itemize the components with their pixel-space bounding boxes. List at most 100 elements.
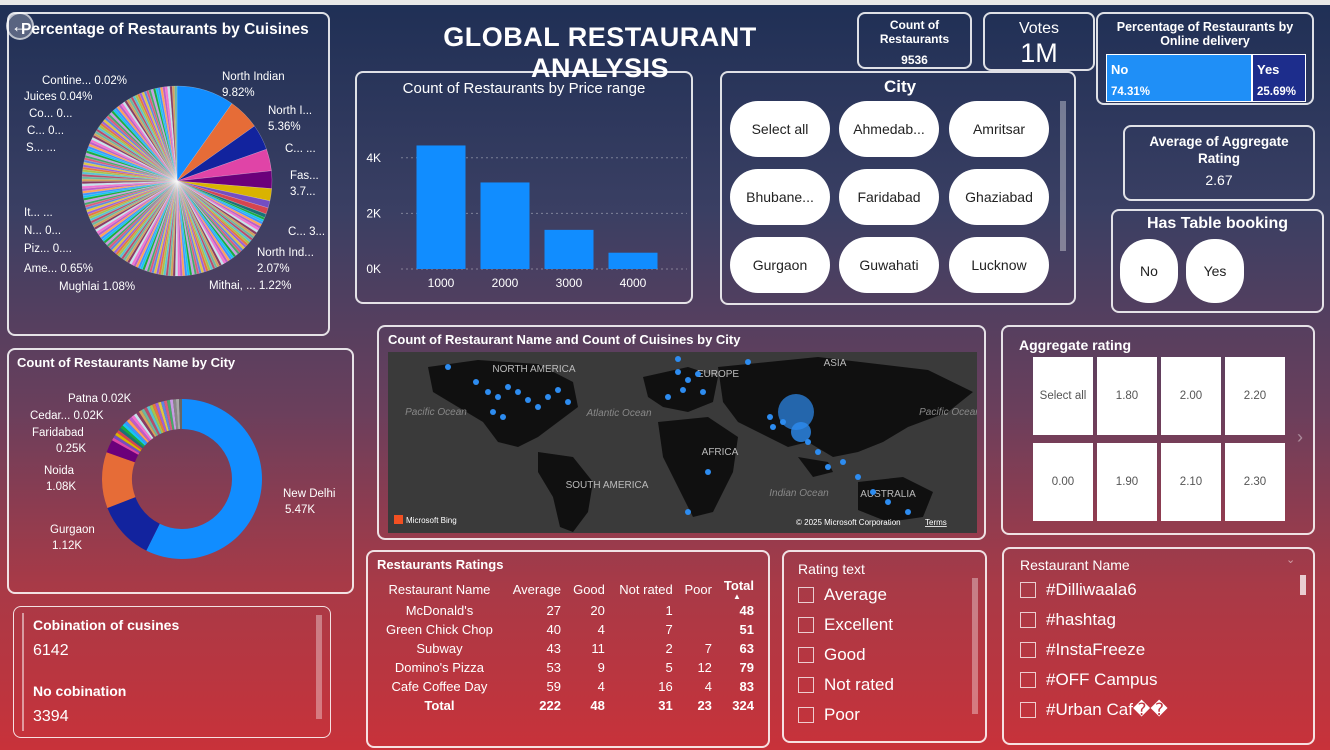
- map-bubble[interactable]: [885, 499, 891, 505]
- online-yes-bar[interactable]: Yes 25.69%: [1252, 54, 1306, 102]
- table-cell: Domino's Pizza: [394, 660, 485, 675]
- restaurant-name-scrollbar[interactable]: [1300, 575, 1306, 595]
- map-bubble[interactable]: [565, 399, 571, 405]
- city-option[interactable]: Ghaziabad: [949, 169, 1049, 225]
- map-bubble[interactable]: [485, 389, 491, 395]
- restaurant-name-option[interactable]: #Dilliwaala6: [1020, 580, 1137, 600]
- map-bubble[interactable]: [855, 474, 861, 480]
- table-booking-no[interactable]: No: [1120, 239, 1178, 303]
- checkbox[interactable]: [798, 677, 814, 693]
- table-booking-yes[interactable]: Yes: [1186, 239, 1244, 303]
- map-bubble[interactable]: [840, 459, 846, 465]
- aggregate-rating-option[interactable]: 1.80: [1097, 357, 1157, 435]
- checkbox[interactable]: [798, 587, 814, 603]
- checkbox[interactable]: [1020, 612, 1036, 628]
- combination-label: Cobination of cusines: [33, 617, 180, 633]
- rating-text-option[interactable]: Not rated: [798, 675, 894, 695]
- map-bubble[interactable]: [815, 449, 821, 455]
- col-not-rated[interactable]: Not rated: [609, 578, 677, 601]
- city-option[interactable]: Bhubane...: [730, 169, 830, 225]
- map-bubble[interactable]: [445, 364, 451, 370]
- combination-divider: [22, 613, 24, 731]
- aggregate-rating-option[interactable]: 0.00: [1033, 443, 1093, 521]
- rating-text-option[interactable]: Average: [798, 585, 887, 605]
- pie-label: N... 0...: [24, 225, 61, 237]
- map-bubble[interactable]: [695, 371, 701, 377]
- checkbox[interactable]: [1020, 582, 1036, 598]
- col-restaurant-name[interactable]: Restaurant Name: [376, 578, 503, 601]
- map-terms-link[interactable]: Terms: [925, 518, 947, 527]
- map-bubble[interactable]: [675, 356, 681, 362]
- checkbox[interactable]: [1020, 642, 1036, 658]
- map-bubble[interactable]: [745, 359, 751, 365]
- map-bubble[interactable]: [870, 489, 876, 495]
- map-bubble[interactable]: [505, 384, 511, 390]
- pie-label: Juices 0.04%: [24, 91, 92, 103]
- col-average[interactable]: Average: [503, 578, 565, 601]
- online-no-bar[interactable]: No 74.31%: [1106, 54, 1252, 102]
- city-option[interactable]: Select all: [730, 101, 830, 157]
- aggregate-rating-option[interactable]: 2.10: [1161, 443, 1221, 521]
- map-bubble[interactable]: [535, 404, 541, 410]
- map-bubble[interactable]: [905, 509, 911, 515]
- rating-text-option[interactable]: Excellent: [798, 615, 893, 635]
- city-option[interactable]: Lucknow: [949, 237, 1049, 293]
- restaurant-name-option[interactable]: #InstaFreeze: [1020, 640, 1145, 660]
- checkbox[interactable]: [798, 647, 814, 663]
- map-bubble[interactable]: [791, 422, 811, 442]
- price-bar[interactable]: [544, 229, 594, 269]
- map-bubble[interactable]: [705, 469, 711, 475]
- price-bar[interactable]: [416, 145, 466, 269]
- table-cell: 40: [546, 622, 561, 637]
- map-bubble[interactable]: [495, 394, 501, 400]
- map-bubble[interactable]: [685, 377, 691, 383]
- map-bubble[interactable]: [680, 387, 686, 393]
- city-option[interactable]: Amritsar: [949, 101, 1049, 157]
- checkbox[interactable]: [798, 617, 814, 633]
- city-slicer-scrollbar[interactable]: [1060, 101, 1066, 251]
- rating-text-option[interactable]: Poor: [798, 705, 860, 725]
- map-bubble[interactable]: [500, 414, 506, 420]
- city-option[interactable]: Guwahati: [839, 237, 939, 293]
- map-bubble[interactable]: [545, 394, 551, 400]
- map-bubble[interactable]: [685, 509, 691, 515]
- map-bubble[interactable]: [675, 369, 681, 375]
- chevron-down-icon[interactable]: ⌄: [1286, 553, 1295, 566]
- aggregate-rating-option[interactable]: 2.00: [1161, 357, 1221, 435]
- map-bubble[interactable]: [525, 397, 531, 403]
- map-bubble[interactable]: [767, 414, 773, 420]
- chevron-right-icon[interactable]: ›: [1297, 427, 1303, 448]
- checkbox[interactable]: [1020, 702, 1036, 718]
- map-bubble[interactable]: [555, 387, 561, 393]
- aggregate-rating-option[interactable]: 2.20: [1225, 357, 1285, 435]
- city-option[interactable]: Gurgaon: [730, 237, 830, 293]
- price-bar[interactable]: [480, 182, 530, 269]
- world-map[interactable]: NORTH AMERICA EUROPE ASIA AFRICA SOUTH AMERI…: [388, 352, 977, 533]
- col-poor[interactable]: Poor: [677, 578, 716, 601]
- city-option[interactable]: Faridabad: [839, 169, 939, 225]
- col-good[interactable]: Good: [565, 578, 609, 601]
- col-total[interactable]: Total ▲: [716, 578, 758, 601]
- aggregate-rating-option[interactable]: 1.90: [1097, 443, 1157, 521]
- restaurant-name-option[interactable]: #OFF Campus: [1020, 670, 1157, 690]
- map-bubble[interactable]: [770, 424, 776, 430]
- checkbox[interactable]: [798, 707, 814, 723]
- combination-scrollbar[interactable]: [316, 615, 322, 719]
- restaurant-name-option[interactable]: #hashtag: [1020, 610, 1116, 630]
- checkbox[interactable]: [1020, 672, 1036, 688]
- map-bubble[interactable]: [473, 379, 479, 385]
- map-bubble[interactable]: [665, 394, 671, 400]
- rating-text-option[interactable]: Good: [798, 645, 866, 665]
- aggregate-rating-option[interactable]: 2.30: [1225, 443, 1285, 521]
- option-label: Poor: [824, 705, 860, 724]
- map-bubble[interactable]: [700, 389, 706, 395]
- aggregate-rating-option[interactable]: Select all: [1033, 357, 1093, 435]
- rating-text-scrollbar[interactable]: [972, 578, 978, 714]
- price-bar[interactable]: [608, 252, 658, 269]
- table-cell: 2: [665, 641, 673, 656]
- restaurant-name-option[interactable]: #Urban Caf��: [1020, 700, 1168, 720]
- city-option[interactable]: Ahmedab...: [839, 101, 939, 157]
- map-bubble[interactable]: [490, 409, 496, 415]
- map-bubble[interactable]: [825, 464, 831, 470]
- map-bubble[interactable]: [515, 389, 521, 395]
